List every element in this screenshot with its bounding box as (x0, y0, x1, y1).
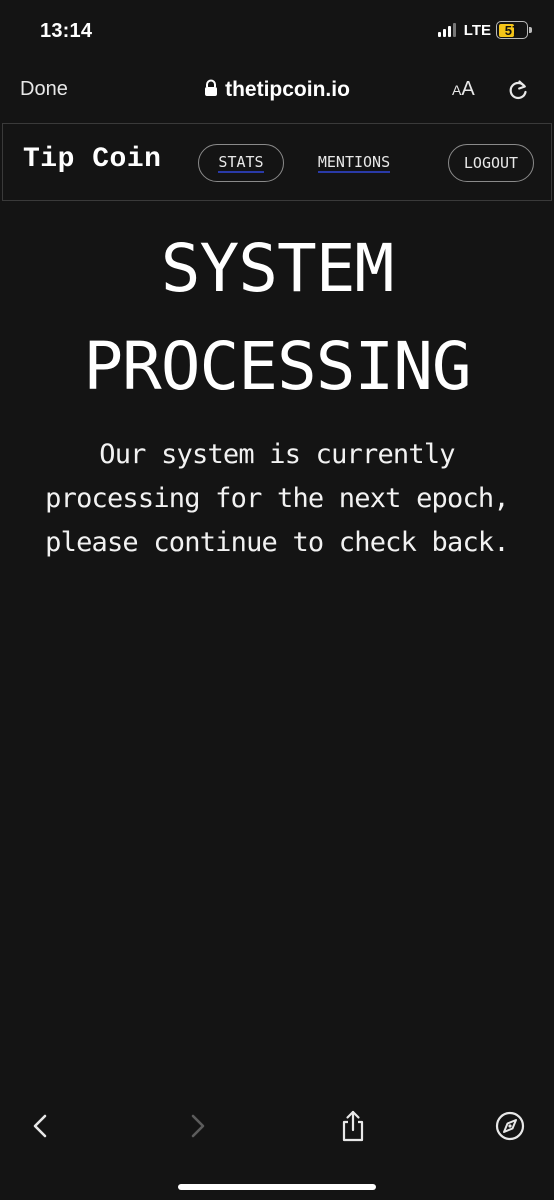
network-label: LTE (463, 21, 491, 39)
screen: 13:14 LTE 57 Done thetipcoin.io AA Tip C… (0, 0, 554, 1200)
address-bar[interactable]: thetipcoin.io (204, 78, 350, 102)
home-indicator[interactable] (178, 1184, 376, 1190)
text-size-small-glyph: A (452, 82, 462, 98)
bottom-toolbar (0, 1100, 554, 1160)
share-icon[interactable] (338, 1108, 368, 1149)
site-nav: Tip Coin STATS MENTIONS LOGOUT (2, 123, 552, 201)
browser-bar: Done thetipcoin.io AA (0, 64, 554, 120)
status-bar: 13:14 LTE 57 (0, 0, 554, 64)
text-size-button[interactable]: AA (452, 78, 475, 101)
battery-level: 57 (504, 22, 520, 38)
page-title: SYSTEM PROCESSING (0, 220, 554, 416)
reload-icon[interactable] (506, 78, 530, 107)
text-size-large-glyph: A (461, 78, 475, 100)
back-icon[interactable] (28, 1108, 52, 1149)
nav-stats-label: STATS (218, 152, 264, 173)
message-line: please continue to check back. (45, 527, 509, 558)
title-line: SYSTEM (160, 230, 394, 307)
forward-icon[interactable] (186, 1108, 210, 1149)
compass-icon[interactable] (493, 1108, 527, 1149)
main-content: SYSTEM PROCESSING Our system is currentl… (0, 220, 554, 565)
signal-icon (437, 23, 458, 37)
lock-icon (204, 79, 218, 102)
nav-stats-button[interactable]: STATS (198, 144, 284, 182)
message-line: Our system is currently (99, 439, 455, 470)
site-logo[interactable]: Tip Coin (23, 144, 161, 175)
message-line: processing for the next epoch, (45, 483, 509, 514)
status-message: Our system is currently processing for t… (0, 433, 554, 565)
nav-logout-label: LOGOUT (463, 153, 519, 172)
status-time: 13:14 (40, 20, 93, 42)
nav-logout-button[interactable]: LOGOUT (448, 144, 534, 182)
url-text: thetipcoin.io (225, 78, 350, 101)
battery-icon: 57 (496, 21, 532, 39)
status-indicators: LTE 57 (437, 21, 532, 39)
nav-mentions-link[interactable]: MENTIONS (303, 144, 405, 182)
title-line: PROCESSING (83, 328, 471, 405)
nav-mentions-label: MENTIONS (317, 152, 391, 173)
